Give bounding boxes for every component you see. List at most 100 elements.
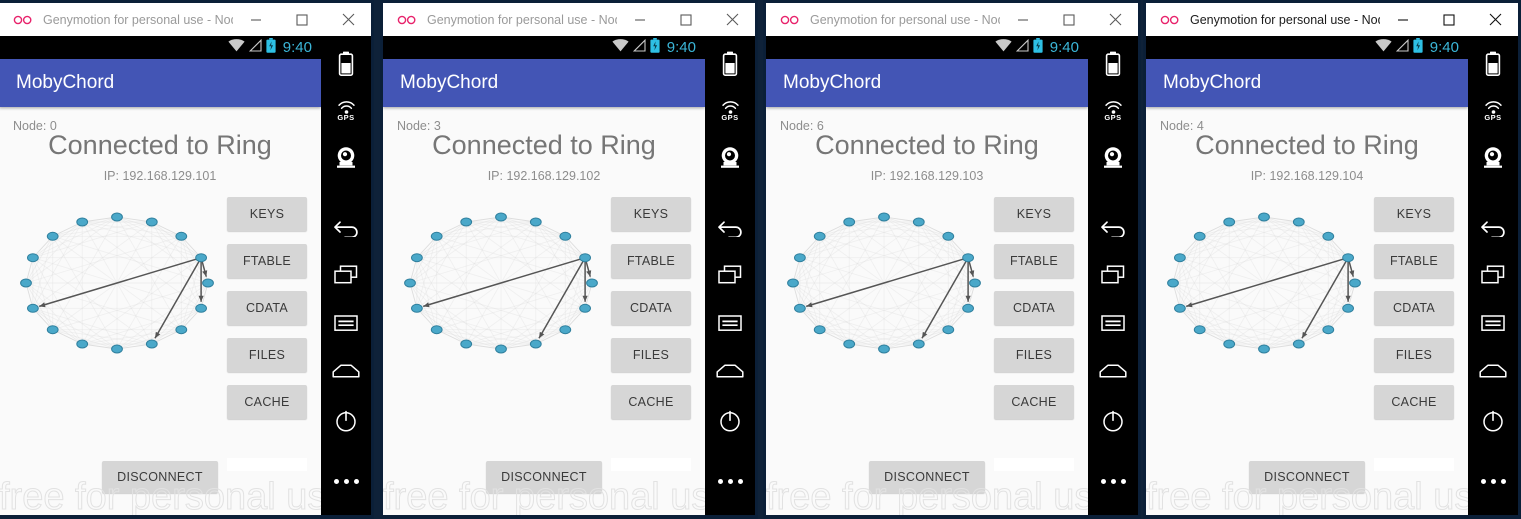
more-icon[interactable] bbox=[1088, 464, 1138, 498]
home-icon[interactable] bbox=[1088, 354, 1138, 388]
camera-icon[interactable] bbox=[1088, 140, 1138, 174]
connection-status-headline: Connected to Ring bbox=[815, 130, 1039, 160]
home-icon[interactable] bbox=[321, 354, 371, 388]
cdata-button[interactable]: CDATA bbox=[227, 291, 307, 325]
recents-icon[interactable] bbox=[1468, 258, 1518, 292]
maximize-icon[interactable] bbox=[1426, 3, 1472, 36]
camera-icon[interactable] bbox=[1468, 140, 1518, 174]
keys-button[interactable]: KEYS bbox=[994, 197, 1074, 231]
home-icon[interactable] bbox=[1468, 354, 1518, 388]
app-content: Node: 3 Connected to Ring IP: 192.168.129.… bbox=[383, 107, 705, 515]
gps-icon[interactable]: GPS bbox=[705, 94, 755, 128]
battery-icon[interactable] bbox=[1468, 46, 1518, 80]
genymotion-window-2[interactable]: Genymotion for personal use - Nod... 9:40… bbox=[763, 0, 1141, 519]
genymotion-window-1[interactable]: Genymotion for personal use - Node ... 9:… bbox=[380, 0, 758, 519]
keys-button[interactable]: KEYS bbox=[611, 197, 691, 231]
files-button[interactable]: FILES bbox=[1374, 338, 1454, 372]
power-icon[interactable] bbox=[321, 404, 371, 438]
back-icon[interactable] bbox=[1088, 211, 1138, 245]
connection-status-headline: Connected to Ring bbox=[48, 130, 272, 160]
chord-ring-graph bbox=[5, 197, 223, 377]
window-titlebar[interactable]: Genymotion for personal use - Nod... bbox=[0, 3, 371, 36]
battery-icon[interactable] bbox=[321, 46, 371, 80]
disconnect-button[interactable]: DISCONNECT bbox=[102, 461, 218, 493]
back-icon[interactable] bbox=[1468, 211, 1518, 245]
camera-icon[interactable] bbox=[705, 140, 755, 174]
window-titlebar[interactable]: Genymotion for personal use - Nod... bbox=[766, 3, 1138, 36]
window-title: Genymotion for personal use - Node ... bbox=[427, 12, 617, 27]
maximize-icon[interactable] bbox=[1046, 3, 1092, 36]
window-titlebar[interactable]: Genymotion for personal use - Nod... bbox=[1146, 3, 1518, 36]
ftable-button[interactable]: FTABLE bbox=[227, 244, 307, 278]
more-icon[interactable] bbox=[1468, 464, 1518, 498]
cache-button[interactable]: CACHE bbox=[611, 385, 691, 419]
app-toolbar: MobyChord bbox=[383, 59, 705, 107]
keys-button[interactable]: KEYS bbox=[227, 197, 307, 231]
disconnect-button[interactable]: DISCONNECT bbox=[869, 461, 985, 493]
camera-icon[interactable] bbox=[321, 140, 371, 174]
files-button[interactable]: FILES bbox=[994, 338, 1074, 372]
cdata-button[interactable]: CDATA bbox=[611, 291, 691, 325]
gps-icon[interactable]: GPS bbox=[321, 94, 371, 128]
recents-icon[interactable] bbox=[705, 258, 755, 292]
battery-icon[interactable] bbox=[705, 46, 755, 80]
close-icon[interactable] bbox=[325, 3, 371, 36]
close-icon[interactable] bbox=[1092, 3, 1138, 36]
genymotion-window-0[interactable]: Genymotion for personal use - Nod... 9:40… bbox=[0, 0, 374, 519]
cdata-button[interactable]: CDATA bbox=[994, 291, 1074, 325]
gps-icon[interactable]: GPS bbox=[1088, 94, 1138, 128]
chord-ring-graph bbox=[772, 197, 990, 377]
minimize-icon[interactable] bbox=[233, 3, 279, 36]
android-screen: 9:40 MobyChord Node: 3 Connected to Ring IP:… bbox=[383, 36, 705, 515]
window-titlebar[interactable]: Genymotion for personal use - Node ... bbox=[383, 3, 755, 36]
more-icon[interactable] bbox=[321, 464, 371, 498]
files-button[interactable]: FILES bbox=[611, 338, 691, 372]
ftable-button[interactable]: FTABLE bbox=[1374, 244, 1454, 278]
status-time: 9:40 bbox=[666, 39, 696, 56]
maximize-icon[interactable] bbox=[663, 3, 709, 36]
disconnect-button[interactable]: DISCONNECT bbox=[486, 461, 602, 493]
android-device-area: 9:40 MobyChord Node: 3 Connected to Ring IP:… bbox=[383, 36, 755, 515]
disconnect-button[interactable]: DISCONNECT bbox=[1249, 461, 1365, 493]
home-icon[interactable] bbox=[705, 354, 755, 388]
android-statusbar: 9:40 bbox=[383, 36, 705, 59]
battery-charging-icon bbox=[1033, 37, 1043, 58]
cdata-button[interactable]: CDATA bbox=[1374, 291, 1454, 325]
disconnect-row: DISCONNECT bbox=[0, 461, 321, 493]
keys-button[interactable]: KEYS bbox=[1374, 197, 1454, 231]
window-title: Genymotion for personal use - Nod... bbox=[1190, 12, 1380, 27]
menu-icon[interactable] bbox=[1468, 306, 1518, 340]
back-icon[interactable] bbox=[705, 211, 755, 245]
close-icon[interactable] bbox=[1472, 3, 1518, 36]
recents-icon[interactable] bbox=[321, 258, 371, 292]
maximize-icon[interactable] bbox=[279, 3, 325, 36]
chord-ring-graph bbox=[1152, 197, 1370, 377]
cache-button[interactable]: CACHE bbox=[227, 385, 307, 419]
menu-icon[interactable] bbox=[705, 306, 755, 340]
minimize-icon[interactable] bbox=[617, 3, 663, 36]
action-button-column: KEYS FTABLE CDATA FILES CACHE bbox=[994, 197, 1074, 419]
battery-icon[interactable] bbox=[1088, 46, 1138, 80]
more-icon[interactable] bbox=[705, 464, 755, 498]
menu-icon[interactable] bbox=[321, 306, 371, 340]
cache-button[interactable]: CACHE bbox=[994, 385, 1074, 419]
app-toolbar: MobyChord bbox=[0, 59, 321, 107]
recents-icon[interactable] bbox=[1088, 258, 1138, 292]
ftable-button[interactable]: FTABLE bbox=[994, 244, 1074, 278]
back-icon[interactable] bbox=[321, 211, 371, 245]
genymotion-window-3[interactable]: Genymotion for personal use - Nod... 9:40… bbox=[1143, 0, 1521, 519]
power-icon[interactable] bbox=[1468, 404, 1518, 438]
minimize-icon[interactable] bbox=[1380, 3, 1426, 36]
power-icon[interactable] bbox=[1088, 404, 1138, 438]
files-button[interactable]: FILES bbox=[227, 338, 307, 372]
power-icon[interactable] bbox=[705, 404, 755, 438]
genymotion-toolbar: GPS bbox=[321, 36, 371, 515]
ftable-button[interactable]: FTABLE bbox=[611, 244, 691, 278]
minimize-icon[interactable] bbox=[1000, 3, 1046, 36]
gps-icon[interactable]: GPS bbox=[1468, 94, 1518, 128]
app-title: MobyChord bbox=[400, 72, 499, 93]
menu-icon[interactable] bbox=[1088, 306, 1138, 340]
node-ip-label: IP: 192.168.129.102 bbox=[487, 169, 601, 183]
cache-button[interactable]: CACHE bbox=[1374, 385, 1454, 419]
close-icon[interactable] bbox=[709, 3, 755, 36]
